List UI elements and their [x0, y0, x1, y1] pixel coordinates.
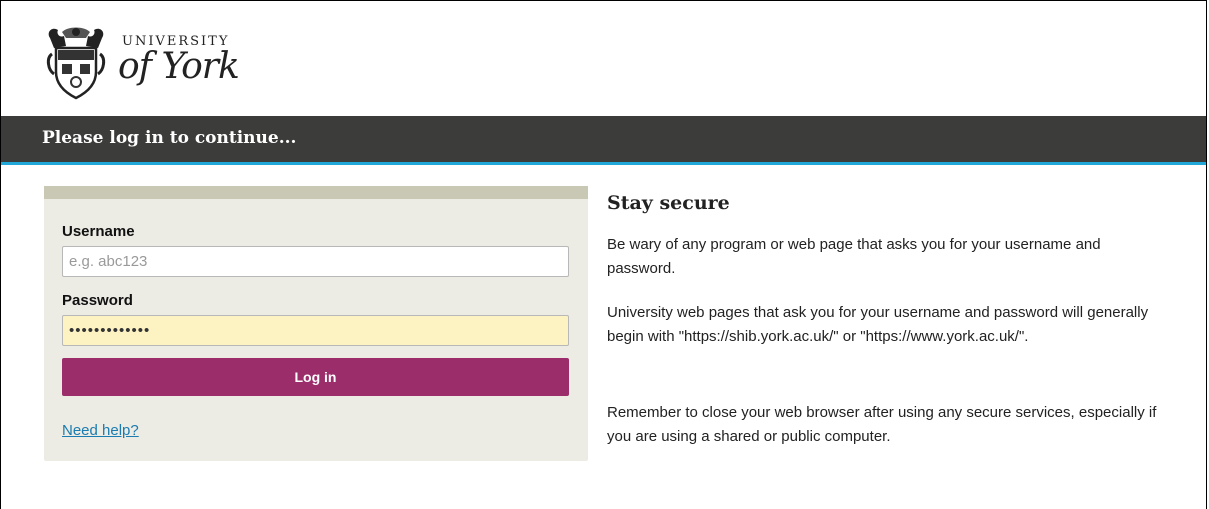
- password-field[interactable]: [62, 315, 569, 346]
- panel-top-strip: [44, 186, 588, 199]
- need-help-link[interactable]: Need help?: [62, 422, 139, 439]
- logo-text-york: of York: [118, 46, 240, 87]
- crest-icon: [46, 27, 106, 100]
- security-paragraph-2: University web pages that ask you for yo…: [607, 304, 1149, 345]
- username-field[interactable]: [62, 246, 569, 277]
- login-panel: Username Password Log in Need help?: [44, 186, 588, 461]
- password-label: Password: [62, 292, 133, 309]
- login-button[interactable]: Log in: [62, 358, 569, 396]
- security-paragraph-3: Remember to close your web browser after…: [607, 404, 1157, 445]
- page-title: Please log in to continue...: [42, 128, 297, 148]
- stay-secure-heading: Stay secure: [607, 192, 730, 214]
- security-paragraph-1: Be wary of any program or web page that …: [607, 236, 1101, 277]
- university-logo[interactable]: UNIVERSITY of York: [44, 24, 244, 104]
- username-label: Username: [62, 223, 135, 240]
- header-bar: Please log in to continue...: [1, 116, 1206, 165]
